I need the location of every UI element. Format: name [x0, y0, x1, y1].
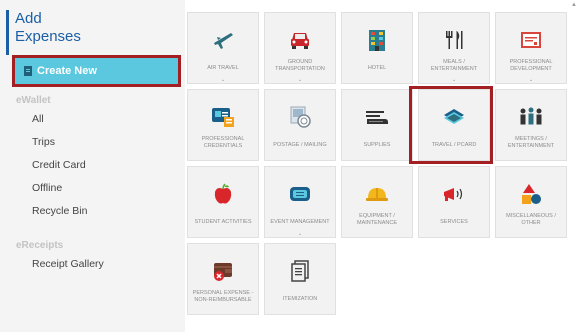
tile-miscellaneous-other[interactable]: MISCELLANEOUS / OTHER [495, 166, 567, 238]
create-new-label: Create New [37, 65, 97, 77]
tile-label-line2: TRANSPORTATION [275, 66, 325, 72]
ereceipts-section-label: eReceipts [16, 240, 64, 251]
chevron-down-icon[interactable]: ⌄ [188, 77, 258, 83]
tile-label-line1: MISCELLANEOUS / [506, 213, 556, 219]
tile-label-line2: ENTERTAINMENT [507, 143, 555, 149]
sidebar: Add Expenses Create New eWallet All Trip… [0, 0, 185, 332]
tile-supplies[interactable]: SUPPLIES [341, 89, 413, 161]
tile-professional-credentials[interactable]: PROFESSIONAL CREDENTIALS [187, 89, 259, 161]
ewallet-section-label: eWallet [16, 95, 51, 106]
tile-equipment-maintenance[interactable]: EQUIPMENT / MAINTENANCE [341, 166, 413, 238]
tile-itemization[interactable]: ITEMIZATION [264, 243, 336, 315]
tile-hotel[interactable]: HOTEL [341, 12, 413, 84]
page-title-line1: Add [15, 10, 42, 27]
tile-label: SERVICES [440, 219, 468, 225]
chevron-down-icon[interactable]: ⌄ [265, 231, 335, 237]
ticket-icon [265, 183, 335, 205]
nav-item-all[interactable]: All [32, 113, 44, 125]
tile-label-line2: MAINTENANCE [356, 220, 398, 226]
supplies-icon [342, 106, 412, 128]
tile-label: POSTAGE / MAILING [273, 142, 327, 148]
document-icon [24, 66, 32, 76]
tile-event-management[interactable]: EVENT MANAGEMENT ⌄ [264, 166, 336, 238]
tile-label-line2: OTHER [521, 220, 541, 226]
scroll-up-icon[interactable]: ▲ [571, 2, 577, 8]
wallet-x-icon [188, 260, 258, 282]
tile-postage-mailing[interactable]: POSTAGE / MAILING [264, 89, 336, 161]
credentials-icon [188, 106, 258, 128]
chevron-down-icon[interactable]: ⌄ [496, 77, 566, 83]
airplane-icon [188, 29, 258, 51]
fork-knife-icon [419, 29, 489, 51]
tile-label: AIR TRAVEL [207, 65, 239, 71]
car-icon [265, 29, 335, 51]
chevron-down-icon[interactable]: ⌄ [419, 77, 489, 83]
tile-personal-expense[interactable]: PERSONAL EXPENSE - NON-REIMBURSABLE [187, 243, 259, 315]
tile-label-line1: PROFESSIONAL [509, 59, 553, 65]
tile-label-line1: MEALS / [443, 59, 465, 65]
megaphone-icon [419, 183, 489, 205]
tile-label: EVENT MANAGEMENT [270, 219, 330, 225]
shapes-icon [496, 183, 566, 205]
tile-professional-development[interactable]: PROFESSIONAL DEVELOPMENT ⌄ [495, 12, 567, 84]
tile-label-line2: NON-REIMBURSABLE [194, 297, 252, 303]
hardhat-icon [342, 183, 412, 205]
tile-label-line1: PERSONAL EXPENSE - [192, 290, 254, 296]
tile-air-travel[interactable]: AIR TRAVEL ⌄ [187, 12, 259, 84]
certificate-icon [496, 29, 566, 51]
tile-meetings-entertainment[interactable]: MEETINGS / ENTERTAINMENT [495, 89, 567, 161]
tile-student-activities[interactable]: STUDENT ACTIVITIES [187, 166, 259, 238]
tile-services[interactable]: SERVICES [418, 166, 490, 238]
travel-pcard-highlight [409, 86, 493, 164]
nav-item-receipt-gallery[interactable]: Receipt Gallery [32, 258, 104, 270]
tile-label-line2: CREDENTIALS [203, 143, 243, 149]
itemization-icon [265, 260, 335, 282]
tile-ground-transportation[interactable]: GROUND TRANSPORTATION ⌄ [264, 12, 336, 84]
nav-item-credit-card[interactable]: Credit Card [32, 159, 86, 171]
tile-meals-entertainment[interactable]: MEALS / ENTERTAINMENT ⌄ [418, 12, 490, 84]
people-icon [496, 106, 566, 128]
nav-item-offline[interactable]: Offline [32, 182, 62, 194]
apple-icon [188, 183, 258, 205]
hotel-icon [342, 29, 412, 51]
tile-label-line2: DEVELOPMENT [510, 66, 552, 72]
nav-item-recycle-bin[interactable]: Recycle Bin [32, 205, 87, 217]
tile-label: HOTEL [367, 65, 387, 71]
tile-label: STUDENT ACTIVITIES [194, 219, 252, 225]
create-new-button[interactable]: Create New [15, 58, 178, 84]
nav-item-trips[interactable]: Trips [32, 136, 55, 148]
page-title-line2: Expenses [15, 28, 81, 45]
tile-label: SUPPLIES [363, 142, 391, 148]
tile-label-line1: GROUND [287, 59, 313, 65]
tile-label: ITEMIZATION [282, 296, 318, 302]
chevron-down-icon[interactable]: ⌄ [265, 77, 335, 83]
tile-label-line1: MEETINGS / [515, 136, 547, 142]
tile-label-line1: PROFESSIONAL [201, 136, 245, 142]
postage-icon [265, 106, 335, 128]
tile-label-line2: ENTERTAINMENT [430, 66, 478, 72]
tile-label-line1: EQUIPMENT / [359, 213, 395, 219]
page-title: Add Expenses [6, 10, 81, 55]
